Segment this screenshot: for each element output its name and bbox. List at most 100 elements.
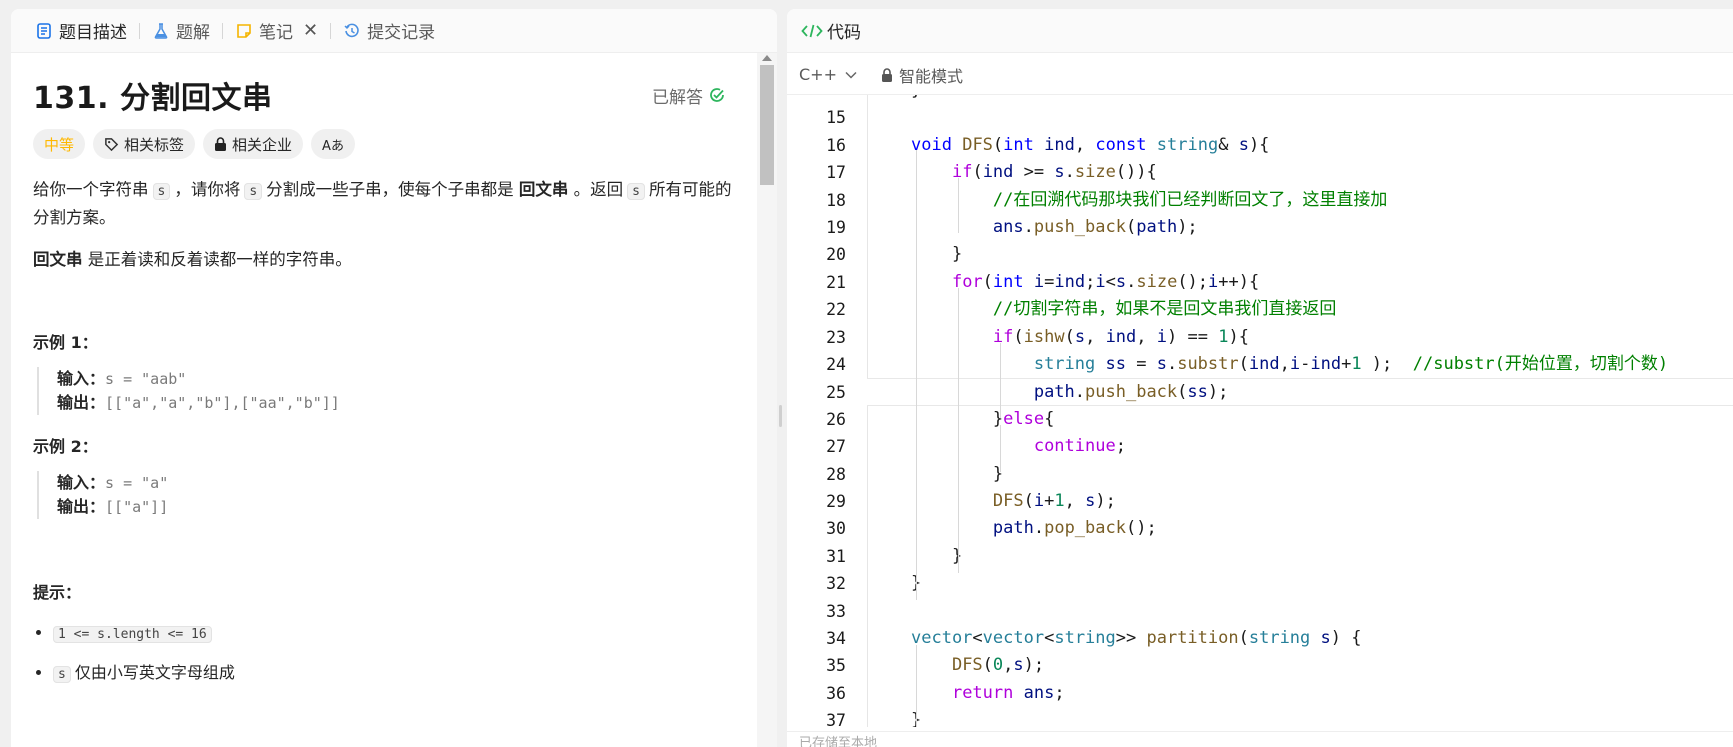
current-code-line: 25 path.push_back(ss); <box>826 378 1733 406</box>
code-line: 22 //切割字符串，如果不是回文串我们直接返回 <box>787 296 1733 323</box>
code-line: 24 string ss = s.substr(ind,i-ind+1 ); /… <box>787 351 1733 378</box>
line-number: 27 <box>826 437 846 457</box>
code-panel: 代码 C++ 智能模式 } 15 16 void DFS(int ind, con… <box>787 9 1733 747</box>
code-text: void DFS(int ind, const string& s){ <box>911 134 1270 155</box>
tab-submissions-label: 提交记录 <box>367 23 436 43</box>
line-number: 16 <box>826 135 846 155</box>
related-companies-button[interactable]: 相关企业 <box>203 129 304 159</box>
solved-label: 已解答 <box>652 87 703 108</box>
desc-text: ，请你将 <box>174 180 241 199</box>
code-line: 18 //在回溯代码那块我们已经判断回文了，这里直接加 <box>787 187 1733 214</box>
desc-text: 分割成一些子串，使每个子串都是 <box>266 180 514 199</box>
related-companies-label: 相关企业 <box>232 135 293 154</box>
hint-item: 1 <= s.length <= 16 <box>53 621 735 647</box>
desc-bold: 回文串 <box>518 180 569 199</box>
inline-code: s <box>53 666 71 683</box>
related-tags-button[interactable]: 相关标签 <box>93 129 196 159</box>
editor-footer: 已存储至本地 <box>787 731 1733 747</box>
code-line: 15 <box>787 104 1733 131</box>
code-line: 17 if(ind >= s.size()){ <box>787 159 1733 186</box>
code-line: 36 return ans; <box>787 680 1733 707</box>
code-text: if(ind >= s.size()){ <box>951 162 1157 183</box>
code-line: 35 DFS(0,s); <box>787 652 1733 679</box>
scroll-up-arrow-icon[interactable] <box>762 55 772 61</box>
flask-icon <box>152 22 170 40</box>
editor-toolbar: C++ 智能模式 <box>787 55 1733 95</box>
translate-button[interactable]: Aあ <box>311 129 355 159</box>
code-text: path.pop_back(); <box>992 518 1157 539</box>
problem-title: 131. 分割回文串 <box>33 81 273 116</box>
difficulty-badge[interactable]: 中等 <box>33 129 86 159</box>
code-text: string ss = s.substr(ind,i-ind+1 ); //su… <box>1033 354 1669 374</box>
description-scrollbar[interactable] <box>757 53 777 747</box>
related-tags-label: 相关标签 <box>124 135 185 154</box>
hint-list: 1 <= s.length <= 16 s仅由小写英文字母组成 <box>33 621 735 687</box>
example-box: 输入：s = "a" 输出：[["a"]] <box>37 471 735 519</box>
line-number: 20 <box>826 245 846 265</box>
smart-mode-toggle[interactable]: 智能模式 <box>881 63 963 87</box>
tab-description-label: 题目描述 <box>59 23 127 43</box>
example-input: 输入：s = "aab" <box>57 367 735 391</box>
code-text: DFS(i+1, s); <box>992 491 1116 511</box>
tab-solutions[interactable]: 题解 <box>144 9 218 53</box>
lock-icon <box>214 137 227 151</box>
note-icon <box>235 22 253 40</box>
scrollbar-thumb[interactable] <box>760 65 774 185</box>
line-number: 24 <box>826 355 846 374</box>
code-text: } <box>911 545 963 566</box>
code-text: continue; <box>1033 436 1126 457</box>
tab-notes[interactable]: 笔记 ✕ <box>227 9 326 53</box>
line-number: 19 <box>826 218 846 237</box>
tab-description[interactable]: 题目描述 <box>27 9 135 53</box>
line-number: 22 <box>826 300 846 320</box>
code-text: for(int i=ind;i<s.size();i++){ <box>951 271 1260 292</box>
input-label: 输入： <box>57 369 106 388</box>
code-text: if(ishw(s, ind, i) == 1){ <box>992 326 1249 347</box>
definition-paragraph: 回文串 是正着读和反着读都一样的字符串。 <box>33 247 735 273</box>
inline-code: s <box>244 183 263 200</box>
example-output: 输出：[["a","a","b"],["aa","b"]] <box>57 391 735 415</box>
output-value: [["a"]] <box>105 498 169 516</box>
code-line: 21 for(int i=ind;i<s.size();i++){ <box>787 269 1733 296</box>
code-line: 27 continue; <box>787 433 1733 460</box>
line-number: 15 <box>826 108 846 128</box>
code-editor[interactable]: } 15 16 void DFS(int ind, const string& s… <box>787 95 1733 727</box>
desc-text: 是正着读和反着读都一样的字符串。 <box>87 250 352 269</box>
close-icon[interactable]: ✕ <box>303 20 318 41</box>
indent-guide <box>916 150 917 600</box>
hint-item: s仅由小写英文字母组成 <box>53 661 735 687</box>
input-value: s = "aab" <box>105 370 187 388</box>
code-text: //切割字符串，如果不是回文串我们直接返回 <box>992 299 1337 320</box>
example-output: 输出：[["a"]] <box>57 495 735 519</box>
mode-label: 智能模式 <box>898 66 963 86</box>
line-number: 23 <box>826 327 846 347</box>
line-number: 37 <box>826 711 846 727</box>
language-select[interactable]: C++ <box>799 65 857 84</box>
output-label: 输出： <box>57 393 106 412</box>
indent-guide <box>958 288 959 573</box>
indent-guide <box>1000 425 1001 472</box>
inline-code: s <box>627 183 645 200</box>
panel-resize-handle[interactable] <box>779 405 782 427</box>
desc-bold: 回文串 <box>33 250 83 269</box>
tab-submissions[interactable]: 提交记录 <box>335 9 443 53</box>
input-label: 输入： <box>57 473 106 492</box>
line-number: 31 <box>826 546 846 566</box>
language-label: C++ <box>799 65 837 84</box>
example-2: 示例 2： 输入：s = "a" 输出：[["a"]] <box>33 433 735 519</box>
example-1: 示例 1： 输入：s = "aab" 输出：[["a","a","b"],["a… <box>33 329 735 415</box>
code-line: 20 } <box>787 241 1733 268</box>
translate-icon: Aあ <box>322 138 344 154</box>
line-number: 26 <box>826 409 846 429</box>
line-number: 18 <box>826 190 846 210</box>
input-value: s = "a" <box>105 474 169 492</box>
example-input: 输入：s = "a" <box>57 471 735 495</box>
code-line: 30 path.pop_back(); <box>787 515 1733 542</box>
code-text: } <box>911 244 963 265</box>
lock-icon <box>881 67 893 82</box>
line-number: 33 <box>826 601 846 621</box>
code-text: DFS(0,s); <box>951 655 1045 676</box>
inline-code: 1 <= s.length <= 16 <box>53 626 212 643</box>
line-number: 17 <box>826 163 846 183</box>
problem-tabbar: 题目描述 题解 笔记 ✕ 提交记录 <box>11 9 777 53</box>
